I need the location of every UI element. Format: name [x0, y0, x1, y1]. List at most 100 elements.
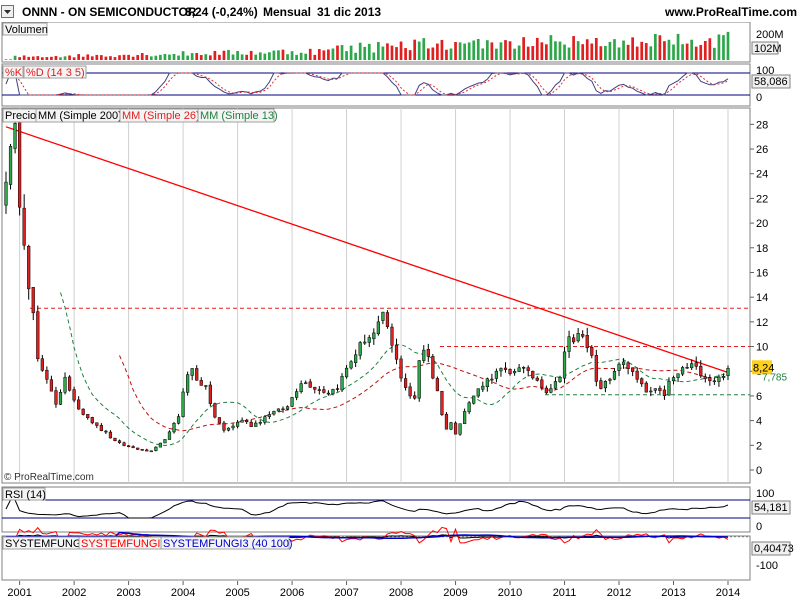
volume-bar	[513, 48, 516, 60]
candle-body	[67, 376, 72, 391]
systemfungi-legend-item: SYSTEMFUNGI2	[81, 538, 167, 550]
candle-body	[608, 378, 612, 381]
volume-bar	[635, 46, 639, 60]
website-link[interactable]: www.ProRealTime.com	[665, 5, 797, 19]
price-change: 8,24 (-0,24%)	[185, 5, 258, 19]
volume-bar	[458, 42, 462, 60]
volume-bar	[599, 46, 603, 60]
panel-frame	[1, 63, 751, 107]
candle-body	[304, 382, 308, 385]
volume-bar	[118, 55, 121, 60]
candle-body	[199, 380, 203, 386]
volume-bar	[672, 44, 675, 60]
volume-bar	[268, 52, 271, 60]
volume-bar	[258, 52, 262, 60]
candle-body	[99, 425, 103, 431]
volume-bar	[13, 55, 17, 60]
candle-body	[594, 355, 598, 382]
volume-bar	[626, 44, 630, 60]
x-tick-label: 2005	[225, 587, 249, 599]
volume-bar	[594, 38, 598, 60]
volume-bar	[322, 50, 326, 60]
volume-bar	[413, 39, 417, 60]
candle-body	[86, 414, 90, 419]
candle-body	[690, 363, 694, 369]
volume-bar	[9, 59, 12, 60]
rsi-panel: RSI (14) 100 0 54,181	[1, 486, 791, 533]
volume-bar	[90, 56, 94, 60]
candle-body	[263, 416, 267, 423]
candle-body	[531, 370, 535, 379]
x-tick-label: 2007	[334, 587, 358, 599]
candle-body	[644, 382, 648, 393]
candle-body	[158, 442, 162, 448]
candle-body	[653, 388, 657, 391]
volume-bar	[218, 54, 221, 60]
volume-bar	[617, 47, 621, 60]
volume-bar	[227, 49, 230, 60]
candle-body	[726, 368, 730, 376]
chart-menu-icon[interactable]	[1, 5, 14, 18]
volume-bar	[622, 40, 625, 60]
candle-body	[208, 384, 212, 404]
volume-bar	[472, 40, 476, 60]
candle-body	[149, 450, 153, 453]
candle-body	[313, 386, 317, 390]
candle-body	[77, 399, 81, 410]
volume-bar	[449, 48, 453, 60]
volume-bar	[563, 44, 566, 60]
volume-bar	[417, 41, 421, 60]
candle-body	[49, 379, 54, 392]
volume-bar	[240, 54, 244, 60]
candle-body	[226, 427, 231, 431]
volume-bar	[54, 55, 58, 60]
candle-body	[444, 413, 449, 430]
candle-body	[344, 367, 349, 378]
stoch-d-label: %D (14 3 5)	[26, 67, 85, 79]
chart-window: ONNN - ON SEMICONDUCTOR 8,24 (-0,24%) Me…	[0, 0, 800, 600]
volume-bar	[572, 36, 575, 60]
volume-bar	[231, 54, 235, 60]
volume-bar	[277, 50, 280, 60]
volume-bar	[717, 34, 721, 60]
volume-bar	[172, 53, 176, 60]
volume-bar	[199, 55, 203, 60]
candle-body	[721, 376, 726, 378]
candle-body	[526, 367, 530, 371]
price-tick-label: 0	[756, 465, 762, 477]
candle-body	[222, 422, 226, 431]
candle-body	[435, 378, 439, 392]
candle-body	[590, 346, 594, 356]
volume-tick-label: 200M	[756, 29, 784, 41]
candle-body	[562, 351, 567, 379]
volume-bar	[22, 55, 26, 60]
volume-bar	[213, 50, 217, 60]
candle-body	[522, 367, 526, 369]
candle-body	[549, 388, 553, 393]
candle-body	[322, 389, 326, 393]
candle-body	[671, 377, 676, 382]
candle-body	[335, 388, 340, 390]
candle-body	[540, 379, 544, 388]
volume-bar	[327, 49, 330, 60]
volume-bar	[263, 53, 267, 60]
candle-body	[108, 431, 113, 439]
x-tick-label: 2003	[116, 587, 140, 599]
volume-bar	[495, 48, 498, 60]
x-tick-label: 2012	[607, 587, 631, 599]
candle-body	[699, 365, 703, 377]
candle-body	[81, 408, 85, 415]
volume-bar	[95, 54, 99, 60]
volume-bar	[122, 54, 126, 60]
candle-body	[485, 378, 489, 388]
volume-bar	[50, 56, 53, 60]
volume-bar	[576, 41, 580, 60]
candle-body	[18, 121, 22, 208]
candle-body	[22, 207, 26, 246]
candle-body	[390, 326, 394, 346]
volume-bar	[463, 43, 466, 60]
candle-body	[181, 391, 185, 417]
candle-body	[176, 416, 181, 424]
candle-body	[481, 385, 485, 390]
candle-body	[449, 422, 453, 430]
